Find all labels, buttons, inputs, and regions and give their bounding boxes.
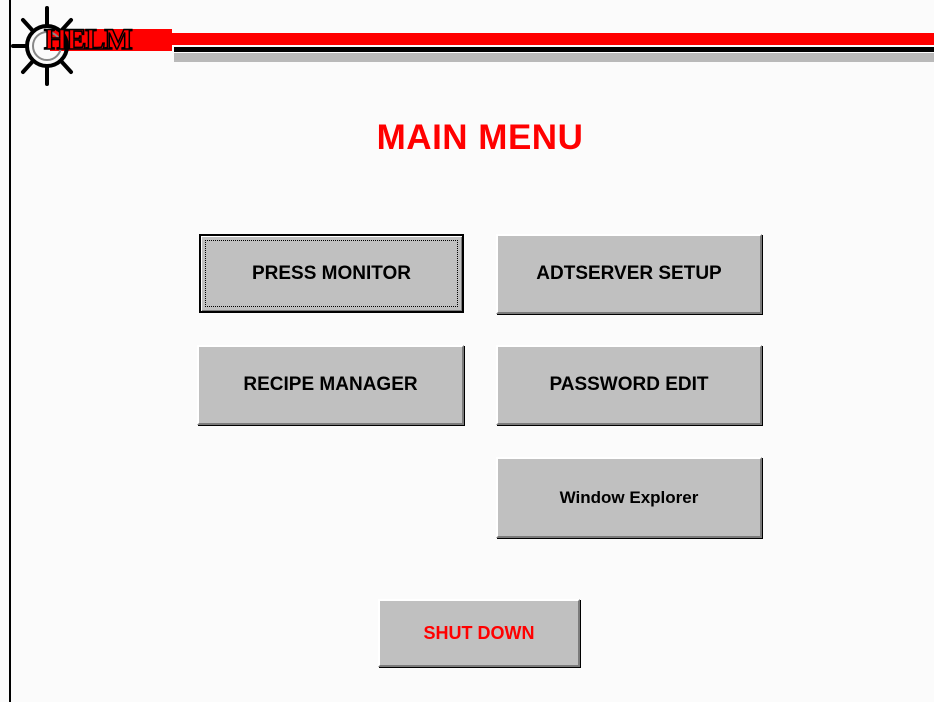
shut-down-button[interactable]: SHUT DOWN <box>378 599 580 667</box>
logo-text: HELM <box>43 23 133 56</box>
press-monitor-label: PRESS MONITOR <box>251 262 412 284</box>
header-black-bar <box>174 47 934 52</box>
shut-down-label: SHUT DOWN <box>423 622 535 643</box>
password-edit-button[interactable]: PASSWORD EDIT <box>496 345 762 425</box>
adtserver-setup-button[interactable]: ADTSERVER SETUP <box>496 234 762 314</box>
recipe-manager-label: RECIPE MANAGER <box>243 374 418 395</box>
page-title: MAIN MENU <box>376 118 584 157</box>
recipe-manager-button[interactable]: RECIPE MANAGER <box>197 345 464 425</box>
window-explorer-button[interactable]: Window Explorer <box>496 457 762 538</box>
window-explorer-label: Window Explorer <box>559 487 699 507</box>
header-red-bar <box>172 33 934 45</box>
window-frame <box>9 0 934 702</box>
password-edit-label: PASSWORD EDIT <box>549 374 709 395</box>
press-monitor-button[interactable]: PRESS MONITOR <box>199 234 464 313</box>
header-gray-bar <box>174 53 934 62</box>
adtserver-setup-label: ADTSERVER SETUP <box>536 263 722 284</box>
